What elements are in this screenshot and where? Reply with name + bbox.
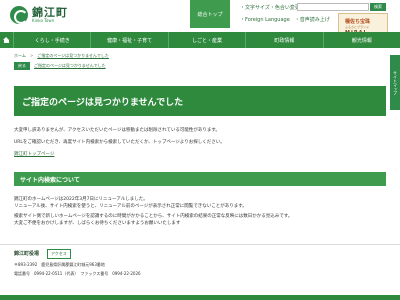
logo-title: 錦江町 bbox=[32, 6, 68, 19]
breadcrumb-current: ご指定のページは見つかりませんでした bbox=[37, 53, 109, 58]
section-text-2: リニューアル後、サイト内検索を使うと、リニューアル前のページが表示され正常に閲覧… bbox=[14, 204, 247, 209]
nav-home[interactable] bbox=[0, 32, 14, 48]
breadcrumb-separator: > bbox=[29, 53, 34, 58]
home-icon bbox=[3, 37, 10, 43]
back-row: 戻る ご指定のページは見つかりませんでした bbox=[14, 62, 106, 70]
search-input[interactable] bbox=[297, 3, 369, 11]
section-text-4: 大変ご不便をおかけしますが、しばらくお待ちくださいますようお願いいたします bbox=[14, 221, 181, 226]
back-row-text[interactable]: ご指定のページは見つかりませんでした bbox=[34, 63, 106, 69]
search-button[interactable]: 検索 bbox=[370, 3, 386, 11]
utility-links-row2[interactable]: ・Foreign Language ・音声読み上げ bbox=[240, 16, 330, 23]
top-page-link[interactable]: 錦江町トップページ bbox=[14, 151, 54, 157]
site-footer: 錦江町役場 アクセス 〒893-2392 鹿児島県肝属郡錦江町城元963番地 電… bbox=[0, 245, 400, 300]
site-logo[interactable]: 錦江町 Kinko Town bbox=[10, 6, 68, 24]
global-nav: くらし・手続き 健康・福祉・子育て しごと・産業 町政情報 観光情報 bbox=[0, 32, 400, 48]
nav-item-government[interactable]: 町政情報 bbox=[246, 32, 324, 48]
breadcrumb: ホーム > ご指定のページは見つかりませんでした bbox=[14, 53, 109, 59]
section-heading: サイト内検索について bbox=[14, 172, 386, 186]
error-message-2: URLをご確認いただき、再度サイト内検索から検索していただくか、トップページより… bbox=[14, 140, 225, 145]
error-message-1: 大変申し訳ありませんが、アクセスいただいたページは移動または削除されている可能性… bbox=[14, 128, 220, 133]
footer-bottom-bar bbox=[0, 295, 400, 300]
footer-office-name: 錦江町役場 bbox=[14, 251, 40, 257]
breadcrumb-home[interactable]: ホーム bbox=[14, 53, 26, 59]
nav-item-work[interactable]: しごと・産業 bbox=[169, 32, 247, 48]
access-button[interactable]: アクセス bbox=[47, 249, 71, 259]
banner-title: 種佐ち宝珠 bbox=[345, 19, 371, 25]
section-text-3: 検索サイト側で新しいホームページを認識するのに時間がかかることから、サイト内検索… bbox=[14, 214, 293, 219]
back-tag[interactable]: 戻る bbox=[14, 62, 30, 70]
section-text-1: 錦江町のホームページは2022年3月7日にリニューアルしました。 bbox=[14, 197, 148, 202]
top-page-button[interactable]: 総合トップ bbox=[190, 0, 230, 28]
footer-address: 〒893-2392 鹿児島県肝属郡錦江町城元963番地 bbox=[14, 262, 105, 267]
nav-item-health[interactable]: 健康・福祉・子育て bbox=[91, 32, 169, 48]
site-header: 錦江町 Kinko Town 総合トップ ・文字サイズ・色合い変更 ・ふりがな … bbox=[0, 0, 400, 37]
page-title: ご指定のページは見つかりませんでした bbox=[14, 86, 386, 116]
sitemap-side-tab[interactable]: サイトマップ bbox=[390, 55, 400, 110]
banner-subtitle: ふるさとブランド bbox=[345, 25, 370, 29]
nav-item-tourism[interactable]: 観光情報 bbox=[324, 32, 400, 48]
footer-phone: 電話番号 0994-22-0511（代表） ファックス番号 0994-22-20… bbox=[14, 271, 141, 276]
nav-item-living[interactable]: くらし・手続き bbox=[14, 32, 92, 48]
town-emblem-icon bbox=[10, 6, 28, 24]
